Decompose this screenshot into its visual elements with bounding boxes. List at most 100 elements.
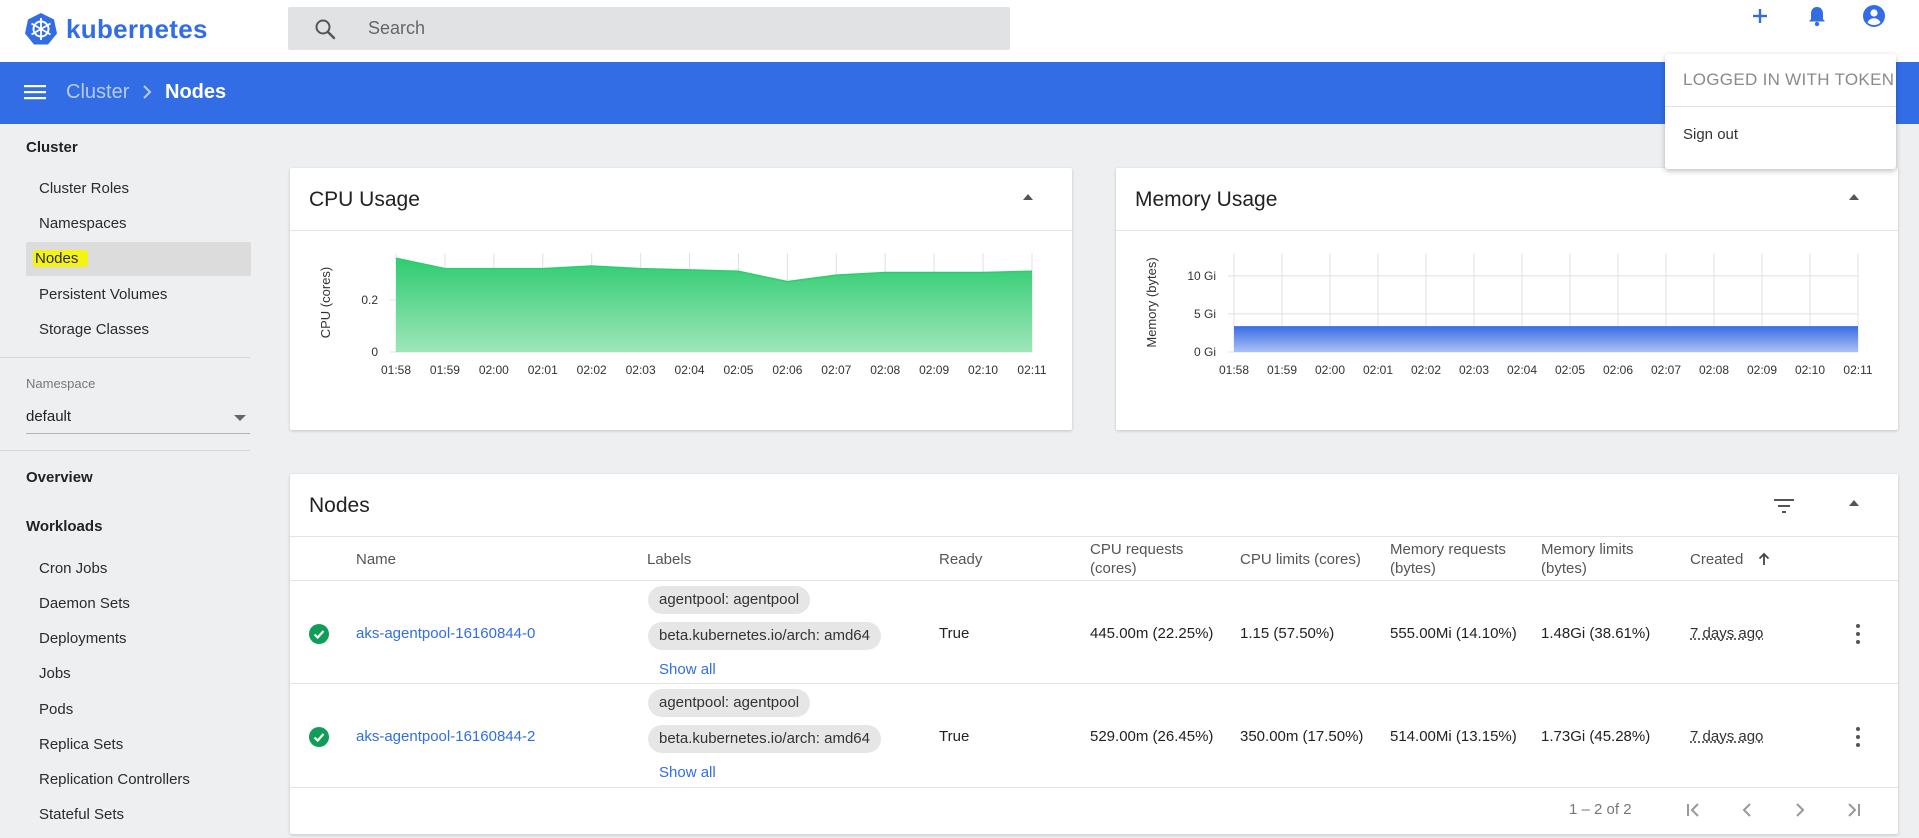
area-series: [1234, 326, 1858, 352]
sign-out-button[interactable]: Sign out: [1683, 126, 1738, 143]
sidebar-item-cluster-roles[interactable]: Cluster Roles: [26, 172, 251, 206]
search-input[interactable]: [368, 7, 988, 50]
sidebar-item-jobs[interactable]: Jobs: [26, 657, 251, 691]
y-axis-label: CPU (cores): [318, 267, 333, 339]
top-bar: kubernetes: [0, 0, 1919, 62]
node-name-link[interactable]: aks-agentpool-16160844-2: [356, 728, 535, 745]
create-button[interactable]: [1744, 0, 1776, 32]
cpu-usage-chart: 0 0.2 01:58 01:59 02:00 02:01 02:02 02:03 02:04 0…: [318, 253, 1047, 377]
menu-icon[interactable]: [24, 82, 46, 102]
x-tick-label: 02:07: [821, 363, 851, 377]
y-tick-label: 0.2: [361, 293, 378, 307]
sidebar-item-replication-controllers[interactable]: Replication Controllers: [26, 763, 251, 797]
cpu-usage-title: CPU Usage: [309, 188, 420, 211]
sidebar-item-persistent-volumes[interactable]: Persistent Volumes: [26, 278, 251, 312]
collapse-icon[interactable]: [1023, 194, 1033, 200]
cpu-requests-value: 529.00m (26.45%): [1090, 728, 1214, 745]
collapse-icon[interactable]: [1849, 194, 1859, 200]
account-button[interactable]: [1858, 0, 1890, 32]
breadcrumb-cluster-link[interactable]: Cluster: [66, 81, 129, 104]
column-header-created[interactable]: Created: [1690, 550, 1743, 569]
x-tick-label: 02:01: [528, 363, 558, 377]
sidebar-item-deployments[interactable]: Deployments: [26, 622, 251, 656]
sidebar-item-overview[interactable]: Overview: [26, 469, 93, 486]
first-page-icon[interactable]: [1681, 797, 1707, 823]
x-tick-label: 02:05: [723, 363, 753, 377]
sidebar-item-storage-classes[interactable]: Storage Classes: [26, 313, 251, 347]
label-chip: agentpool: agentpool: [648, 689, 811, 717]
x-tick-label: 02:03: [1459, 363, 1489, 377]
label-chip: beta.kubernetes.io/arch: amd64: [648, 725, 881, 753]
show-all-labels-link[interactable]: Show all: [659, 661, 716, 678]
more-actions-icon[interactable]: [1848, 622, 1868, 646]
x-tick-label: 02:00: [1315, 363, 1345, 377]
x-tick-label: 01:59: [430, 363, 460, 377]
ready-check-icon: [309, 624, 329, 644]
sidebar-heading-workloads[interactable]: Workloads: [26, 518, 102, 535]
notifications-icon: [1809, 7, 1825, 27]
filter-icon[interactable]: [1774, 498, 1794, 514]
namespace-select[interactable]: default: [26, 404, 250, 434]
namespace-label: Namespace: [26, 376, 96, 391]
notifications-button[interactable]: [1801, 0, 1833, 32]
column-header-memory-limits: Memory limits (bytes): [1541, 541, 1634, 577]
x-tick-label: 02:03: [626, 363, 656, 377]
collapse-icon[interactable]: [1849, 500, 1859, 506]
chevron-right-icon: [143, 85, 152, 99]
y-tick-label: 0 Gi: [1194, 345, 1216, 359]
x-tick-label: 02:01: [1363, 363, 1393, 377]
kubernetes-helm-icon: [25, 13, 57, 45]
cpu-limits-value: 1.15 (57.50%): [1240, 625, 1335, 642]
last-page-icon[interactable]: [1840, 797, 1866, 823]
column-header-cpu-requests: CPU requests (cores): [1090, 541, 1184, 577]
node-name-link[interactable]: aks-agentpool-16160844-0: [356, 625, 535, 642]
next-page-icon[interactable]: [1787, 797, 1813, 823]
search-bar[interactable]: [288, 7, 1010, 50]
sidebar-heading-cluster[interactable]: Cluster: [26, 139, 78, 156]
sidebar-item-label: Nodes: [33, 250, 89, 267]
add-icon: [1753, 9, 1767, 23]
y-tick-label: 0: [371, 345, 378, 359]
column-header-name[interactable]: Name: [356, 550, 396, 569]
page-title: Nodes: [165, 81, 227, 103]
label-chip: agentpool: agentpool: [648, 586, 811, 614]
x-tick-label: 02:09: [1747, 363, 1777, 377]
row-divider: [290, 787, 1898, 788]
x-tick-label: 02:08: [1699, 363, 1729, 377]
sort-ascending-icon[interactable]: [1758, 552, 1770, 566]
sidebar-item-cron-jobs[interactable]: Cron Jobs: [26, 552, 251, 586]
sidebar-item-namespaces[interactable]: Namespaces: [26, 207, 251, 241]
created-value: 7 days ago: [1690, 728, 1764, 745]
sidebar-item-daemon-sets[interactable]: Daemon Sets: [26, 587, 251, 621]
kubernetes-logo[interactable]: kubernetes: [24, 12, 208, 46]
sidebar-item-stateful-sets[interactable]: Stateful Sets: [26, 798, 251, 832]
x-tick-label: 02:08: [870, 363, 900, 377]
row-divider: [290, 580, 1898, 581]
sidebar-item-replica-sets[interactable]: Replica Sets: [26, 728, 251, 762]
more-actions-icon[interactable]: [1848, 725, 1868, 749]
nodes-card: Nodes Name Labels Ready CPU requests (co…: [290, 474, 1898, 834]
x-tick-label: 01:58: [381, 363, 411, 377]
previous-page-icon[interactable]: [1734, 797, 1760, 823]
x-tick-label: 02:00: [479, 363, 509, 377]
x-tick-label: 02:06: [772, 363, 802, 377]
show-all-labels-link[interactable]: Show all: [659, 764, 716, 781]
x-tick-label: 01:59: [1267, 363, 1297, 377]
account-menu: LOGGED IN WITH TOKEN Sign out: [1665, 54, 1896, 169]
column-header-memory-requests: Memory requests (bytes): [1390, 541, 1506, 577]
y-axis-label: Memory (bytes): [1144, 257, 1159, 347]
breadcrumb-bar: Cluster Nodes: [0, 62, 1919, 124]
memory-usage-card: Memory Usage 0 Gi 5 Gi 10 Gi 01:58 01:59 02:0…: [1116, 168, 1898, 430]
label-chip: beta.kubernetes.io/arch: amd64: [648, 622, 881, 650]
sidebar-divider: [0, 450, 250, 451]
menu-divider: [1665, 106, 1896, 107]
sidebar: Cluster Cluster Roles Namespaces Nodes P…: [0, 124, 260, 838]
sidebar-item-pods[interactable]: Pods: [26, 693, 251, 727]
column-header-cpu-limits: CPU limits (cores): [1240, 551, 1361, 568]
x-tick-label: 02:02: [577, 363, 607, 377]
ready-status: True: [939, 625, 970, 642]
cpu-usage-card: CPU Usage 0 0.2 01:58 01:59 02:00 02:01 02:02 0…: [290, 168, 1072, 430]
sidebar-item-nodes[interactable]: Nodes: [26, 242, 251, 276]
x-tick-label: 02:11: [1017, 363, 1046, 377]
pagination-range: 1 – 2 of 2: [1569, 801, 1632, 818]
